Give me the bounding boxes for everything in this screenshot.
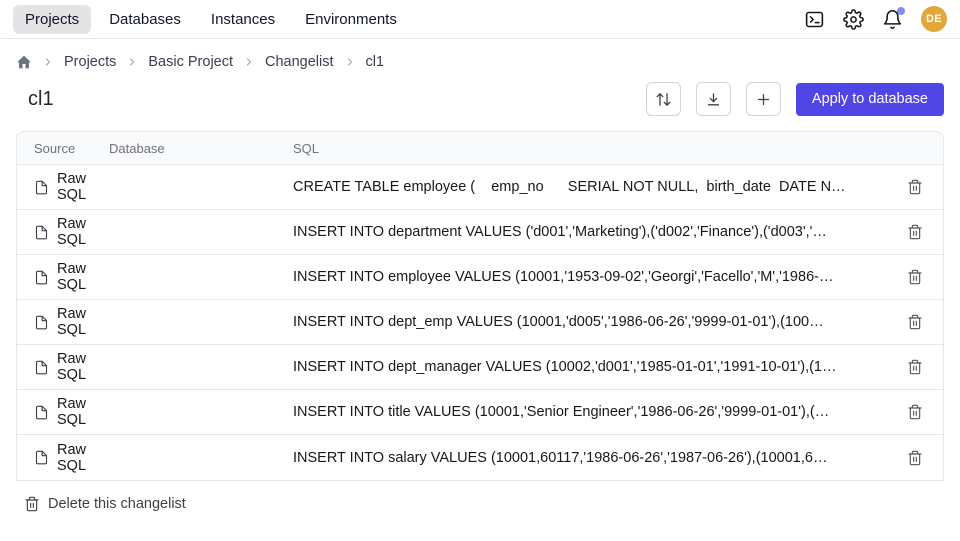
nav-item-instances[interactable]: Instances (199, 5, 287, 34)
page-actions: Apply to database (646, 82, 944, 116)
table-row[interactable]: Raw SQL INSERT INTO employee VALUES (100… (17, 255, 943, 300)
trash-icon[interactable] (907, 450, 923, 466)
source-label: Raw SQL (57, 396, 109, 428)
file-icon (34, 180, 49, 195)
column-header-database: Database (109, 141, 293, 156)
source-label: Raw SQL (57, 442, 109, 474)
add-button[interactable] (746, 82, 781, 116)
home-icon[interactable] (16, 54, 32, 70)
breadcrumb-cl1[interactable]: cl1 (366, 54, 385, 70)
column-header-source: Source (17, 141, 109, 156)
file-icon (34, 270, 49, 285)
gear-icon[interactable] (843, 9, 864, 30)
table-row[interactable]: Raw SQL INSERT INTO dept_emp VALUES (100… (17, 300, 943, 345)
sql-statement: INSERT INTO title VALUES (10001,'Senior … (293, 404, 887, 420)
sql-statement: INSERT INTO salary VALUES (10001,60117,'… (293, 450, 887, 466)
trash-icon[interactable] (907, 314, 923, 330)
sql-statement: INSERT INTO dept_manager VALUES (10002,'… (293, 359, 887, 375)
sql-statement: INSERT INTO department VALUES ('d001','M… (293, 224, 887, 240)
source-label: Raw SQL (57, 171, 109, 203)
breadcrumb-projects[interactable]: Projects (64, 54, 116, 70)
delete-changelist-button[interactable]: Delete this changelist (16, 496, 186, 512)
breadcrumb: Projects Basic Project Changelist cl1 (16, 39, 944, 74)
nav-item-environments[interactable]: Environments (293, 5, 409, 34)
table-row[interactable]: Raw SQL INSERT INTO title VALUES (10001,… (17, 390, 943, 435)
delete-changelist-label: Delete this changelist (48, 496, 186, 512)
notification-dot (897, 7, 905, 15)
sql-statement: INSERT INTO dept_emp VALUES (10001,'d005… (293, 314, 887, 330)
page-title: cl1 (28, 88, 54, 111)
file-icon (34, 405, 49, 420)
trash-icon (24, 496, 40, 512)
trash-icon[interactable] (907, 179, 923, 195)
table-row[interactable]: Raw SQL INSERT INTO dept_manager VALUES … (17, 345, 943, 390)
table-header-row: Source Database SQL (17, 132, 943, 165)
trash-icon[interactable] (907, 404, 923, 420)
changelist-table: Source Database SQL Raw SQL CREATE TABLE… (16, 131, 944, 481)
main-nav: Projects Databases Instances Environment… (13, 5, 409, 34)
nav-item-databases[interactable]: Databases (97, 5, 193, 34)
breadcrumb-basic-project[interactable]: Basic Project (148, 54, 233, 70)
apply-to-database-button[interactable]: Apply to database (796, 83, 944, 116)
arrow-up-down-icon (655, 91, 672, 108)
breadcrumb-changelist[interactable]: Changelist (265, 54, 334, 70)
download-button[interactable] (696, 82, 731, 116)
table-row[interactable]: Raw SQL INSERT INTO department VALUES ('… (17, 210, 943, 255)
page-content: Projects Basic Project Changelist cl1 cl… (0, 39, 960, 512)
file-icon (34, 360, 49, 375)
chevron-right-icon (42, 56, 54, 68)
sql-statement: INSERT INTO employee VALUES (10001,'1953… (293, 269, 887, 285)
file-icon (34, 315, 49, 330)
file-icon (34, 225, 49, 240)
table-row[interactable]: Raw SQL INSERT INTO salary VALUES (10001… (17, 435, 943, 480)
sort-button[interactable] (646, 82, 681, 116)
source-label: Raw SQL (57, 351, 109, 383)
source-label: Raw SQL (57, 261, 109, 293)
title-row: cl1 (16, 82, 944, 116)
trash-icon[interactable] (907, 359, 923, 375)
source-label: Raw SQL (57, 306, 109, 338)
top-nav: Projects Databases Instances Environment… (0, 0, 960, 39)
table-row[interactable]: Raw SQL CREATE TABLE employee ( emp_no S… (17, 165, 943, 210)
chevron-right-icon (126, 56, 138, 68)
source-label: Raw SQL (57, 216, 109, 248)
column-header-sql: SQL (293, 141, 887, 156)
nav-utilities: DE (804, 6, 947, 32)
plus-icon (755, 91, 772, 108)
nav-item-projects[interactable]: Projects (13, 5, 91, 34)
chevron-right-icon (243, 56, 255, 68)
file-icon (34, 450, 49, 465)
download-icon (705, 91, 722, 108)
chevron-right-icon (344, 56, 356, 68)
bell-icon[interactable] (882, 9, 903, 30)
trash-icon[interactable] (907, 224, 923, 240)
trash-icon[interactable] (907, 269, 923, 285)
sql-editor-terminal-icon[interactable] (804, 9, 825, 30)
avatar[interactable]: DE (921, 6, 947, 32)
sql-statement: CREATE TABLE employee ( emp_no SERIAL NO… (293, 179, 887, 195)
